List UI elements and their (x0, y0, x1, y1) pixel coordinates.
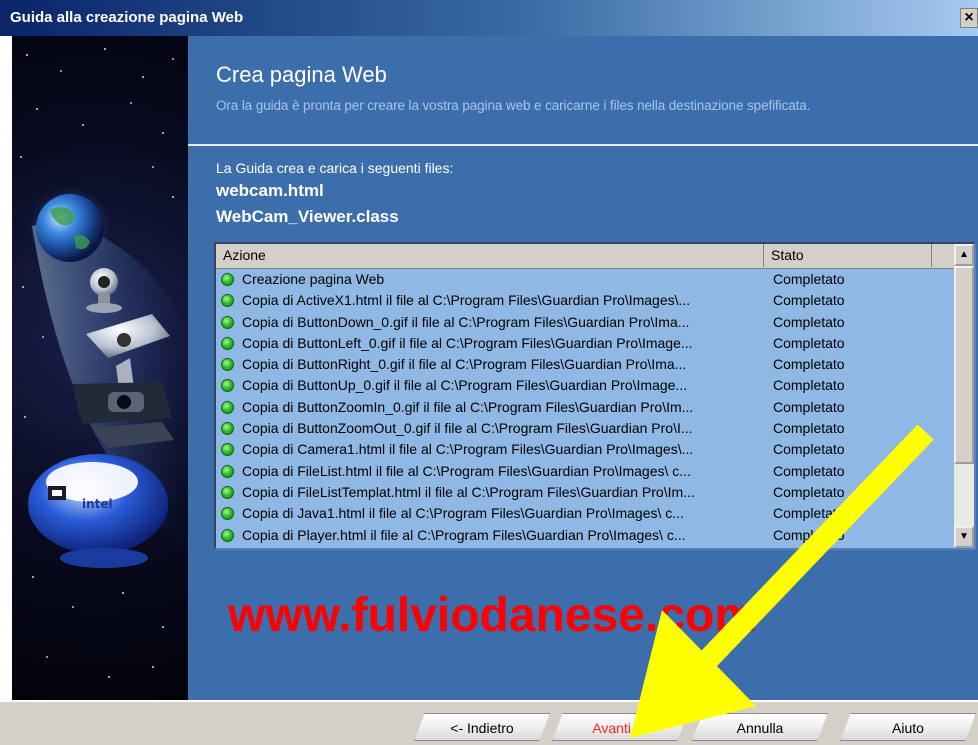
back-button[interactable]: <- Indietro (414, 713, 550, 741)
svg-text:intel: intel (82, 497, 113, 511)
list-item[interactable]: Copia di ActiveX1.html il file al C:\Pro… (216, 290, 954, 311)
status-ok-icon (221, 315, 234, 329)
list-item[interactable]: Copia di ButtonUp_0.gif il file al C:\Pr… (216, 375, 954, 396)
action-label: Copia di Camera1.html il file al C:\Prog… (242, 441, 694, 458)
list-item[interactable]: Copia di ButtonZoomIn_0.gif il file al C… (216, 397, 954, 418)
status-ok-icon (221, 294, 234, 308)
status-ok-icon (221, 528, 234, 542)
status-label: Completato (773, 271, 845, 287)
title-bar: Guida alla creazione pagina Web × (0, 0, 978, 36)
status-ok-icon (221, 507, 234, 521)
next-button[interactable]: Avanti -> (552, 713, 688, 741)
page-subtitle: Ora la guida è pronta per creare la vost… (216, 98, 811, 113)
action-label: Copia di Player.html il file al C:\Progr… (242, 526, 686, 543)
status-ok-icon (221, 443, 234, 457)
status-label: Completato (773, 505, 845, 522)
close-icon[interactable]: × (960, 8, 978, 28)
status-label: Completato (773, 441, 845, 458)
action-label: Copia di Java1.html il file al C:\Progra… (242, 505, 684, 522)
scroll-down-icon[interactable]: ▼ (954, 526, 974, 548)
status-ok-icon (221, 485, 234, 499)
watermark-text: www.fulviodanese.com (228, 589, 758, 642)
wizard-content: Crea pagina Web Ora la guida è pronta pe… (188, 36, 978, 700)
status-label: Completato (773, 398, 845, 415)
header-divider (188, 144, 978, 146)
status-label: Completato (773, 334, 845, 351)
action-label: Copia di ButtonDown_0.gif il file al C:\… (242, 313, 690, 330)
status-label: Completato (773, 377, 845, 394)
status-ok-icon (221, 336, 234, 350)
status-label: Completato (773, 526, 845, 543)
action-label: Copia di ActiveX1.html il file al C:\Pro… (242, 292, 691, 309)
status-ok-icon (221, 464, 234, 478)
action-label: Creazione pagina Web (242, 271, 385, 287)
status-ok-icon (221, 273, 234, 286)
action-label: Copia di ButtonRight_0.gif il file al C:… (242, 356, 687, 373)
button-bar: <- Indietro Avanti -> Annulla Aiuto (0, 700, 978, 745)
list-item[interactable]: Copia di ButtonZoomOut_0.gif il file al … (216, 418, 954, 439)
file-name: WebCam_Viewer.class (216, 207, 399, 226)
page-title: Crea pagina Web (216, 62, 387, 87)
status-ok-icon (221, 358, 234, 372)
list-item[interactable]: Creazione pagina Web Completato (216, 269, 954, 290)
status-label: Completato (773, 356, 845, 373)
status-label: Completato (773, 462, 845, 479)
actions-list[interactable]: Azione Stato Creazione pagina Web Complet… (214, 242, 976, 550)
action-label: Copia di ButtonZoomOut_0.gif il file al … (242, 420, 693, 437)
list-item[interactable]: Copia di ButtonRight_0.gif il file al C:… (216, 354, 954, 375)
vertical-scrollbar[interactable]: ▲ ▼ (954, 244, 974, 548)
files-intro: La Guida crea e carica i seguenti files: (216, 160, 454, 176)
scroll-track[interactable] (954, 464, 974, 526)
status-label: Completato (773, 483, 845, 500)
action-label: Copia di FileListTemplat.html il file al… (242, 483, 695, 500)
window-title: Guida alla creazione pagina Web (10, 9, 244, 26)
action-label: Copia di ButtonUp_0.gif il file al C:\Pr… (242, 377, 688, 394)
status-ok-icon (221, 379, 234, 393)
status-label: Completato (773, 292, 845, 309)
list-item[interactable]: Copia di FileListTemplat.html il file al… (216, 482, 954, 503)
column-header-status[interactable]: Stato (764, 244, 932, 267)
wizard-window: Guida alla creazione pagina Web × intel … (0, 0, 978, 745)
status-label: Completato (773, 420, 845, 437)
file-name: webcam.html (216, 181, 324, 200)
scroll-thumb[interactable] (954, 266, 974, 464)
status-ok-icon (221, 400, 234, 414)
list-item[interactable]: Copia di FileList.html il file al C:\Pro… (216, 461, 954, 482)
status-label: Completato (773, 313, 845, 330)
list-item[interactable]: Copia di Java1.html il file al C:\Progra… (216, 503, 954, 524)
action-label: Copia di ButtonLeft_0.gif il file al C:\… (242, 334, 693, 351)
column-header-action[interactable]: Azione (216, 244, 764, 267)
wizard-side-image: intel (12, 36, 188, 700)
status-ok-icon (221, 422, 234, 436)
cancel-button[interactable]: Annulla (692, 713, 828, 741)
scroll-up-icon[interactable]: ▲ (954, 244, 974, 266)
list-rows: Creazione pagina Web Completato Copia di A… (216, 269, 954, 548)
help-button[interactable]: Aiuto (840, 713, 976, 741)
action-label: Copia di ButtonZoomIn_0.gif il file al C… (242, 398, 694, 415)
list-item[interactable]: Copia di ButtonLeft_0.gif il file al C:\… (216, 333, 954, 354)
list-item[interactable]: Copia di Player.html il file al C:\Progr… (216, 525, 954, 546)
webcam-illustration: intel (28, 186, 188, 568)
list-header: Azione Stato (216, 244, 954, 269)
list-item[interactable]: Copia di ButtonDown_0.gif il file al C:\… (216, 312, 954, 333)
list-item[interactable]: Copia di Camera1.html il file al C:\Prog… (216, 439, 954, 460)
action-label: Copia di FileList.html il file al C:\Pro… (242, 462, 691, 479)
